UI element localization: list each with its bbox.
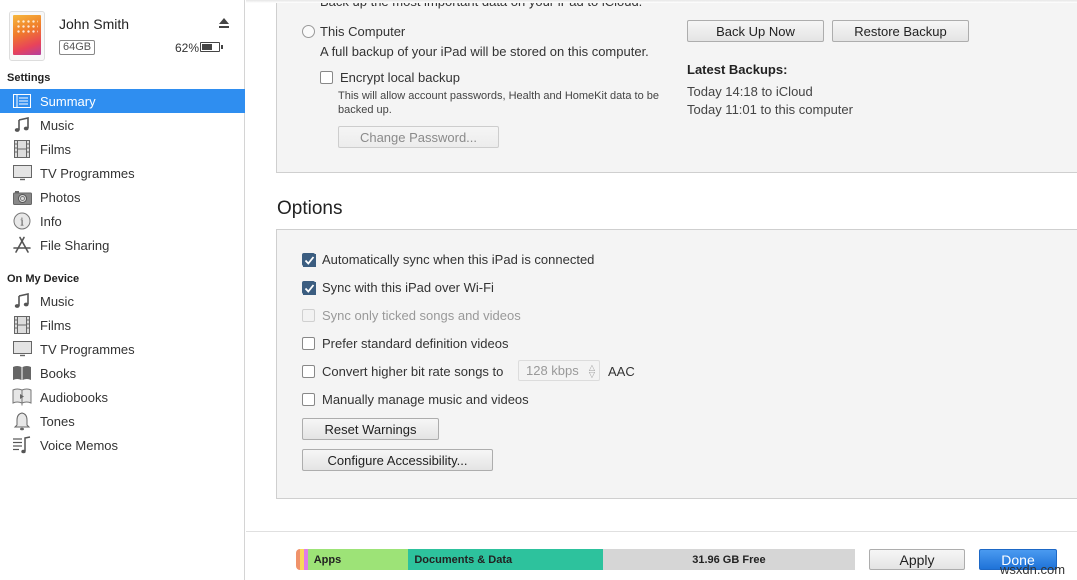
encrypt-description-line1: This will allow account passwords, Healt… — [338, 90, 659, 102]
sidebar-item-label: Photos — [40, 189, 81, 205]
option-checkbox[interactable] — [302, 365, 315, 378]
storage-segment: Documents & Data — [408, 549, 603, 570]
device-header: John Smith 64GB 62% — [0, 0, 245, 68]
on-my-device-heading: On My Device — [7, 273, 80, 285]
film-icon — [12, 316, 32, 334]
book-icon — [12, 364, 32, 382]
encrypt-backup-label[interactable]: Encrypt local backup — [340, 70, 460, 85]
sidebar-item-label: TV Programmes — [40, 341, 135, 357]
sidebar-item-label: Info — [40, 213, 62, 229]
option-checkbox[interactable] — [302, 253, 316, 267]
option-label[interactable]: Manually manage music and videos — [322, 392, 529, 407]
sidebar-item-books[interactable]: Books — [0, 361, 245, 385]
sidebar-item-films[interactable]: Films — [0, 313, 245, 337]
app-store-icon — [12, 236, 32, 254]
sidebar-item-label: Books — [40, 365, 77, 381]
summary-icon — [12, 92, 32, 110]
watermark: wsxdn.com — [1000, 562, 1066, 577]
apply-button[interactable]: Apply — [869, 549, 965, 570]
option-label: Sync only ticked songs and videos — [322, 308, 521, 323]
tv-icon — [12, 340, 32, 358]
sidebar-item-label: Films — [40, 317, 72, 333]
encrypt-backup-checkbox[interactable] — [320, 71, 333, 84]
options-title: Options — [277, 198, 343, 219]
sidebar-item-label: Tones — [40, 413, 75, 429]
option-checkbox[interactable] — [302, 393, 315, 406]
ipad-image — [9, 11, 45, 61]
storage-segment-label: Documents & Data — [414, 553, 513, 566]
stepper-arrows-icon: △ ▽ — [588, 363, 595, 379]
sidebar-item-tv-programmes[interactable]: TV Programmes — [0, 161, 245, 185]
sidebar-item-label: Films — [40, 141, 72, 157]
footer-divider — [246, 531, 1077, 532]
sidebar-item-label: Summary — [40, 93, 96, 109]
capacity-badge: 64GB — [59, 40, 96, 55]
back-up-now-button[interactable]: Back Up Now — [687, 20, 824, 42]
sidebar-item-photos[interactable]: Photos — [0, 185, 245, 209]
bitrate-suffix: AAC — [608, 364, 635, 379]
sidebar-item-label: Voice Memos — [40, 437, 119, 453]
sidebar-item-label: File Sharing — [40, 237, 110, 253]
restore-backup-button[interactable]: Restore Backup — [832, 20, 969, 42]
option-label[interactable]: Convert higher bit rate songs to — [322, 364, 503, 379]
option-checkbox[interactable] — [302, 281, 316, 295]
battery-percent: 62% — [175, 41, 200, 55]
storage-segment-label: Apps — [313, 553, 342, 566]
this-computer-radio[interactable] — [302, 25, 315, 38]
bell-icon — [12, 411, 32, 430]
device-name: John Smith — [59, 16, 130, 32]
option-label[interactable]: Prefer standard definition videos — [322, 336, 508, 351]
this-computer-label[interactable]: This Computer — [320, 24, 405, 39]
sidebar-item-tones[interactable]: Tones — [0, 409, 245, 433]
sidebar-item-label: Audiobooks — [40, 389, 108, 405]
bitrate-select[interactable]: 128 kbps △ ▽ — [518, 360, 600, 381]
sidebar: John Smith 64GB 62% Settings Summary Musi… — [0, 0, 245, 580]
sidebar-item-tv-programmes[interactable]: TV Programmes — [0, 337, 245, 361]
sidebar-item-label: TV Programmes — [40, 165, 135, 181]
storage-usage-bar: Apps Documents & Data 31.96 GB Free — [296, 549, 855, 570]
encrypt-description-line2: backed up. — [338, 104, 392, 116]
sidebar-item-label: Music — [40, 117, 74, 133]
configure-accessibility-button[interactable]: Configure Accessibility... — [302, 449, 493, 471]
eject-icon[interactable] — [218, 17, 230, 29]
this-computer-description: A full backup of your iPad will be store… — [320, 44, 649, 59]
storage-segment: 31.96 GB Free — [602, 549, 855, 570]
sidebar-item-audiobooks[interactable]: Audiobooks — [0, 385, 245, 409]
latest-backups-heading: Latest Backups: — [687, 62, 788, 77]
bitrate-value: 128 kbps — [526, 363, 579, 378]
sidebar-item-summary[interactable]: Summary — [0, 89, 245, 113]
latest-backup-icloud: Today 14:18 to iCloud — [687, 84, 813, 99]
sidebar-item-label: Music — [40, 293, 74, 309]
sidebar-item-info[interactable]: i Info — [0, 209, 245, 233]
option-checkbox[interactable] — [302, 337, 315, 350]
option-checkbox — [302, 309, 315, 322]
svg-text:i: i — [20, 216, 24, 229]
storage-segment-label: 31.96 GB Free — [692, 553, 766, 566]
music-note-icon — [12, 292, 32, 310]
audiobook-icon — [12, 388, 32, 406]
reset-warnings-button[interactable]: Reset Warnings — [302, 418, 439, 440]
film-icon — [12, 140, 32, 158]
sidebar-item-file-sharing[interactable]: File Sharing — [0, 233, 245, 257]
change-password-button[interactable]: Change Password... — [338, 126, 499, 148]
sidebar-item-voice-memos[interactable]: Voice Memos — [0, 433, 245, 457]
option-label[interactable]: Sync with this iPad over Wi-Fi — [322, 280, 494, 295]
voice-memo-icon — [12, 436, 32, 454]
tv-icon — [12, 164, 32, 182]
info-icon: i — [12, 212, 32, 230]
music-note-icon — [12, 116, 32, 134]
sidebar-item-music[interactable]: Music — [0, 113, 245, 137]
battery-icon — [200, 42, 220, 52]
settings-heading: Settings — [7, 72, 51, 84]
camera-icon — [12, 188, 32, 206]
sidebar-item-films[interactable]: Films — [0, 137, 245, 161]
storage-segment: Apps — [307, 549, 409, 570]
option-label[interactable]: Automatically sync when this iPad is con… — [322, 252, 594, 267]
latest-backup-computer: Today 11:01 to this computer — [687, 102, 853, 117]
sidebar-item-music[interactable]: Music — [0, 289, 245, 313]
